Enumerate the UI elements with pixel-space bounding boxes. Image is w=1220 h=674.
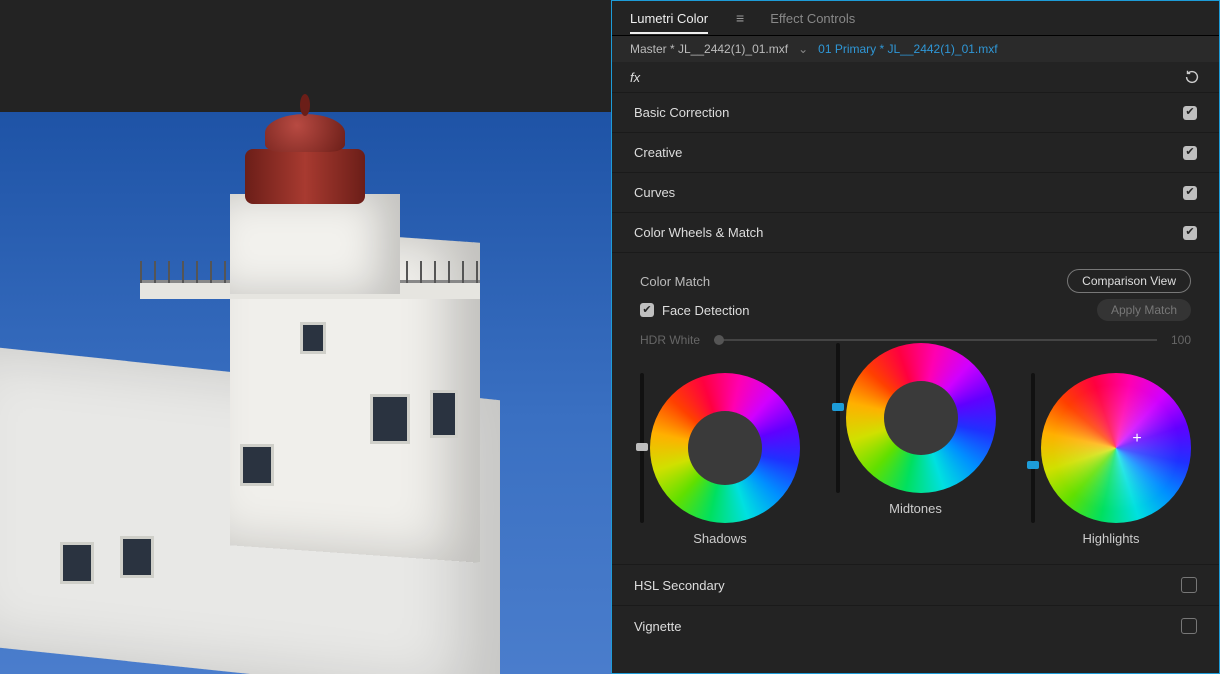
checkbox-basic-correction[interactable]: ✔ xyxy=(1183,106,1197,120)
sequence-clip-link[interactable]: 01 Primary * JL__2442(1)_01.mxf xyxy=(818,42,997,56)
color-match-label: Color Match xyxy=(640,274,710,289)
section-creative[interactable]: Creative ✔ xyxy=(612,133,1219,173)
checkbox-hsl-secondary[interactable] xyxy=(1181,577,1197,593)
hdr-white-slider xyxy=(714,339,1157,341)
highlights-wheel[interactable]: + xyxy=(1041,373,1191,523)
section-label: Basic Correction xyxy=(634,105,729,120)
preview-image xyxy=(0,112,611,674)
tab-lumetri-color[interactable]: Lumetri Color xyxy=(630,11,708,34)
checkbox-curves[interactable]: ✔ xyxy=(1183,186,1197,200)
apply-match-button: Apply Match xyxy=(1097,299,1191,321)
checkbox-creative[interactable]: ✔ xyxy=(1183,146,1197,160)
highlights-group: + Highlights xyxy=(1031,373,1191,546)
section-label: Vignette xyxy=(634,619,681,634)
color-wheels-match-content: Color Match Comparison View ✔ Face Detec… xyxy=(612,253,1219,565)
section-label: Creative xyxy=(634,145,682,160)
shadows-group: Shadows xyxy=(640,373,800,546)
checkbox-color-wheels-match[interactable]: ✔ xyxy=(1183,226,1197,240)
face-detection-label: Face Detection xyxy=(662,303,749,318)
program-monitor[interactable] xyxy=(0,0,611,674)
shadows-wheel[interactable] xyxy=(650,373,800,523)
midtones-label: Midtones xyxy=(889,501,942,516)
section-label: HSL Secondary xyxy=(634,578,725,593)
midtones-wheel[interactable] xyxy=(846,343,996,493)
section-curves[interactable]: Curves ✔ xyxy=(612,173,1219,213)
master-clip-label[interactable]: Master * JL__2442(1)_01.mxf xyxy=(630,42,788,56)
midtones-luma-slider[interactable] xyxy=(836,343,840,493)
section-basic-correction[interactable]: Basic Correction ✔ xyxy=(612,93,1219,133)
fx-header: fx xyxy=(612,62,1219,93)
comparison-view-button[interactable]: Comparison View xyxy=(1067,269,1191,293)
lumetri-panel: Lumetri Color ≡ Effect Controls Master *… xyxy=(611,0,1220,674)
highlights-luma-slider[interactable] xyxy=(1031,373,1035,523)
slider-knob xyxy=(714,335,724,345)
panel-menu-icon[interactable]: ≡ xyxy=(736,10,742,26)
section-color-wheels-match[interactable]: Color Wheels & Match ✔ xyxy=(612,213,1219,253)
section-hsl-secondary[interactable]: HSL Secondary xyxy=(612,565,1219,606)
section-label: Color Wheels & Match xyxy=(634,225,763,240)
clip-breadcrumb: Master * JL__2442(1)_01.mxf ⌄ 01 Primary… xyxy=(612,36,1219,62)
checkbox-vignette[interactable] xyxy=(1181,618,1197,634)
color-wheels: Shadows Midtones xyxy=(640,373,1191,546)
section-vignette[interactable]: Vignette xyxy=(612,606,1219,646)
shadows-label: Shadows xyxy=(693,531,746,546)
hdr-white-value: 100 xyxy=(1171,333,1191,347)
panel-tabs: Lumetri Color ≡ Effect Controls xyxy=(612,1,1219,36)
chevron-down-icon[interactable]: ⌄ xyxy=(798,42,808,56)
face-detection-checkbox[interactable]: ✔ Face Detection xyxy=(640,303,749,318)
highlights-label: Highlights xyxy=(1082,531,1139,546)
section-label: Curves xyxy=(634,185,675,200)
check-icon: ✔ xyxy=(640,303,654,317)
tab-effect-controls[interactable]: Effect Controls xyxy=(770,11,855,26)
hdr-white-label: HDR White xyxy=(640,333,700,347)
plus-icon: + xyxy=(1132,430,1141,448)
reset-icon[interactable] xyxy=(1183,68,1201,86)
midtones-group: Midtones xyxy=(836,343,996,546)
shadows-luma-slider[interactable] xyxy=(640,373,644,523)
fx-badge[interactable]: fx xyxy=(630,70,640,85)
